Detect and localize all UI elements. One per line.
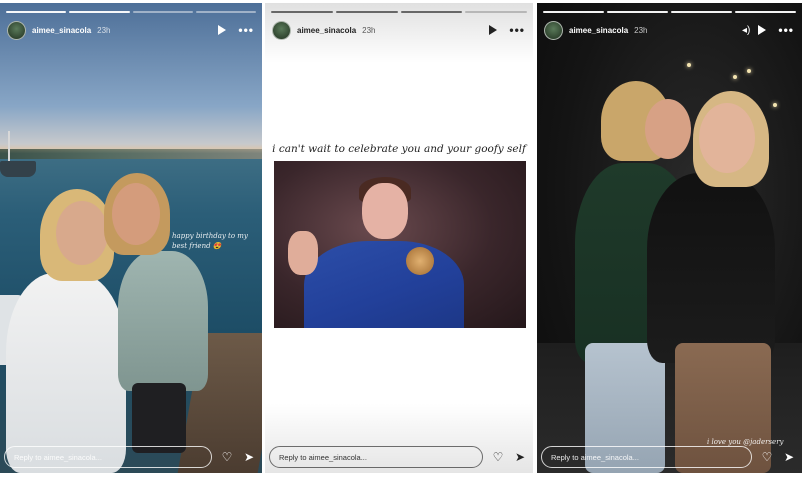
play-icon[interactable]: [758, 25, 767, 35]
story-header: aimee_sinacola 23h •••: [7, 20, 254, 40]
person-left-body: [6, 273, 126, 473]
progress-segment: [195, 11, 256, 13]
progress-segment: [735, 11, 796, 13]
timestamp: 23h: [634, 25, 648, 35]
photo-medal: [406, 247, 434, 275]
photo-face: [362, 183, 408, 239]
reply-placeholder: Reply to aimee_sinacola...: [279, 452, 367, 462]
person-right-face: [699, 103, 755, 173]
progress-segment: [607, 11, 668, 13]
progress-segment: [400, 11, 463, 13]
story-panel-1[interactable]: happy birthday to my best friend 😍 aimee…: [0, 3, 262, 473]
story-progress-bar: [6, 11, 256, 13]
person-left-face: [645, 99, 691, 159]
progress-segment: [335, 11, 398, 13]
person-right-body: [647, 173, 775, 363]
progress-segment: [69, 11, 130, 13]
heart-icon[interactable]: ♡: [491, 450, 505, 464]
boat-mast: [8, 131, 10, 163]
progress-segment: [543, 11, 604, 13]
background-light: [747, 69, 751, 73]
person-right-face: [112, 183, 160, 245]
progress-segment: [465, 11, 527, 13]
avatar[interactable]: [7, 20, 26, 40]
more-icon[interactable]: •••: [509, 24, 525, 36]
play-icon[interactable]: [218, 25, 227, 35]
reply-placeholder: Reply to aimee_sinacola...: [551, 452, 639, 462]
story-progress-bar: [271, 11, 527, 13]
more-icon[interactable]: •••: [238, 24, 254, 36]
heart-icon[interactable]: ♡: [760, 450, 774, 464]
background-light: [687, 63, 691, 67]
person-right-legs: [132, 383, 186, 453]
username[interactable]: aimee_sinacola: [297, 26, 356, 35]
progress-segment: [132, 11, 193, 13]
send-icon[interactable]: ➤: [242, 450, 256, 464]
avatar[interactable]: [544, 20, 563, 40]
story-panel-2[interactable]: i can't wait to celebrate you and your g…: [265, 3, 533, 473]
person-left-face: [56, 201, 108, 265]
photo-jacket: [304, 241, 464, 328]
story-panel-3[interactable]: i love you @jadersery aimee_sinacola 23h…: [537, 3, 802, 473]
shoreline: [0, 149, 262, 159]
background-light: [773, 103, 777, 107]
reply-input[interactable]: Reply to aimee_sinacola...: [541, 446, 752, 468]
play-icon[interactable]: [489, 25, 498, 35]
story-progress-bar: [543, 11, 796, 13]
person-right-body: [118, 251, 208, 391]
story-header: aimee_sinacola 23h •••: [272, 20, 525, 40]
story-overlay-text: happy birthday to my best friend 😍: [172, 232, 248, 250]
timestamp: 23h: [362, 25, 376, 35]
story-caption: i can't wait to celebrate you and your g…: [272, 143, 526, 155]
reply-input[interactable]: Reply to aimee_sinacola...: [269, 446, 483, 468]
avatar[interactable]: [272, 20, 291, 40]
reply-placeholder: Reply to aimee_sinacola...: [14, 452, 102, 462]
username[interactable]: aimee_sinacola: [32, 26, 91, 35]
background-light: [733, 75, 737, 79]
send-icon[interactable]: ➤: [513, 450, 527, 464]
photo-hand-peace-sign: [288, 231, 318, 275]
progress-segment: [671, 11, 732, 13]
boat: [0, 161, 36, 177]
reply-input[interactable]: Reply to aimee_sinacola...: [4, 446, 212, 468]
username[interactable]: aimee_sinacola: [569, 26, 628, 35]
send-icon[interactable]: ➤: [782, 450, 796, 464]
story-embedded-photo: [274, 161, 526, 328]
mute-icon[interactable]: ◂): [742, 25, 750, 36]
story-footer: Reply to aimee_sinacola... ♡ ➤: [541, 445, 796, 469]
story-header: aimee_sinacola 23h ◂) •••: [544, 20, 794, 40]
more-icon[interactable]: •••: [778, 24, 794, 36]
story-footer: Reply to aimee_sinacola... ♡ ➤: [4, 445, 256, 469]
story-footer: Reply to aimee_sinacola... ♡ ➤: [269, 445, 527, 469]
timestamp: 23h: [97, 25, 111, 35]
progress-segment: [6, 11, 67, 13]
progress-segment: [271, 11, 333, 13]
heart-icon[interactable]: ♡: [220, 450, 234, 464]
